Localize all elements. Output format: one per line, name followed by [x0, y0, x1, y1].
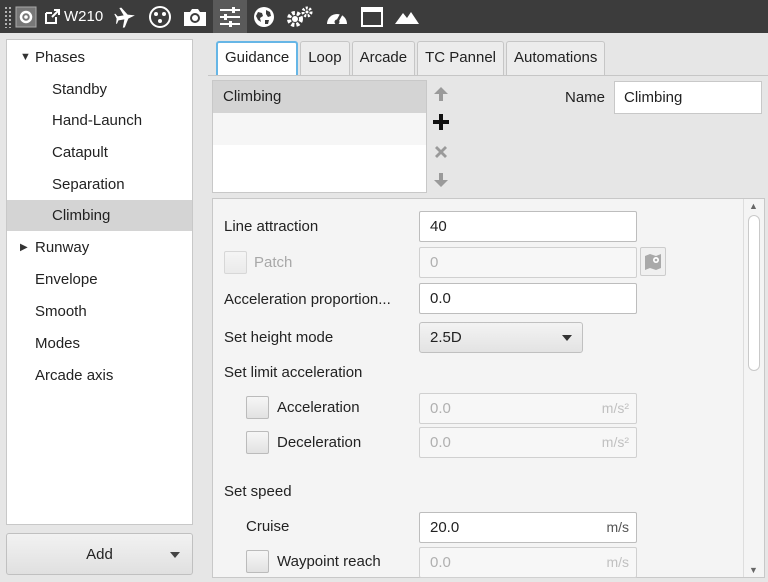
gauge-icon[interactable]: [319, 0, 355, 33]
gears-icon[interactable]: [281, 0, 319, 33]
plane-icon[interactable]: [109, 0, 143, 33]
height-mode-label: Set height mode: [224, 329, 334, 346]
cruise-label: Cruise: [246, 518, 290, 535]
vehicle-label: W210: [64, 8, 104, 25]
list-item[interactable]: [213, 145, 426, 177]
patch-input[interactable]: 0: [419, 247, 637, 278]
sliders-icon[interactable]: [213, 0, 248, 33]
scroll-up-icon[interactable]: ▲: [749, 201, 758, 211]
unit-label: m/s²: [601, 434, 629, 450]
tree-item-arcade-axis[interactable]: Arcade axis: [7, 360, 192, 391]
patch-checkbox[interactable]: [224, 251, 247, 274]
add-button[interactable]: Add: [6, 533, 193, 575]
list-item[interactable]: [213, 113, 426, 145]
tree-item-label: Hand-Launch: [52, 112, 143, 129]
list-item[interactable]: Climbing: [213, 81, 426, 113]
settings-icon[interactable]: [12, 0, 40, 33]
patch-label: Patch: [254, 254, 293, 271]
name-label: Name: [565, 89, 606, 106]
tree-item-phases[interactable]: ▼ Phases: [7, 42, 192, 73]
acceleration-proportion-input[interactable]: 0.0: [419, 283, 637, 314]
form-scrollbar[interactable]: ▲ ▼: [743, 199, 764, 577]
set-speed-heading: Set speed: [224, 483, 292, 500]
acceleration-input[interactable]: 0.0 m/s²: [419, 393, 637, 424]
chevron-down-icon: [562, 335, 572, 341]
height-mode-select[interactable]: 2.5D: [419, 322, 583, 353]
line-attraction-input[interactable]: 40: [419, 211, 637, 242]
name-input[interactable]: Climbing: [614, 81, 762, 114]
sensors-icon[interactable]: [143, 0, 177, 33]
tree-item-climbing[interactable]: Climbing: [7, 200, 192, 231]
input-value: 40: [430, 218, 447, 235]
tree-item-smooth[interactable]: Smooth: [7, 296, 192, 327]
tab-automations[interactable]: Automations: [506, 41, 606, 75]
globe-icon[interactable]: [247, 0, 281, 33]
tree-item-modes[interactable]: Modes: [7, 328, 192, 359]
limit-acceleration-heading: Set limit acceleration: [224, 364, 363, 381]
input-value: 0.0: [430, 554, 451, 571]
tree-item-label: Smooth: [35, 303, 87, 320]
tree-item-catapult[interactable]: Catapult: [7, 137, 192, 168]
phases-tree: ▼ Phases Standby Hand-Launch Catapult Se…: [6, 39, 193, 525]
scroll-down-icon[interactable]: ▼: [749, 565, 758, 575]
input-value: 0: [430, 254, 439, 271]
tree-item-label: Arcade axis: [35, 367, 114, 384]
tree-item-label: Separation: [52, 176, 125, 193]
acceleration-checkbox[interactable]: [246, 396, 269, 419]
tree-item-separation[interactable]: Separation: [7, 169, 192, 200]
input-value: 0.0: [430, 290, 451, 307]
unit-label: m/s: [606, 554, 629, 570]
tree-item-envelope[interactable]: Envelope: [7, 264, 192, 295]
dropdown-caret-icon[interactable]: [170, 552, 180, 558]
waypoint-reach-checkbox[interactable]: [246, 550, 269, 573]
input-value: 20.0: [430, 519, 460, 536]
tree-item-label: Standby: [52, 81, 108, 98]
terrain-icon[interactable]: [389, 0, 425, 33]
cruise-input[interactable]: 20.0 m/s: [419, 512, 637, 543]
map-icon[interactable]: [640, 247, 666, 276]
tree-item-label: Envelope: [35, 271, 98, 288]
tree-item-label: Modes: [35, 335, 81, 352]
tree-item-label: Climbing: [52, 207, 111, 224]
add-icon[interactable]: [428, 109, 454, 135]
scrollbar-thumb[interactable]: [748, 215, 760, 371]
line-attraction-label: Line attraction: [224, 218, 319, 235]
tree-item-label: Phases: [35, 49, 86, 66]
unit-label: m/s²: [601, 400, 629, 416]
toolbar-grip[interactable]: [4, 5, 12, 28]
tab-guidance[interactable]: Guidance: [216, 41, 299, 75]
waypoint-reach-label: Waypoint reach: [277, 553, 381, 570]
add-button-label: Add: [86, 545, 113, 563]
deceleration-label: Deceleration: [277, 434, 362, 451]
tab-tc-pannel[interactable]: TC Pannel: [417, 41, 504, 75]
waypoint-reach-input[interactable]: 0.0 m/s: [419, 547, 637, 578]
top-toolbar: W210: [0, 0, 768, 33]
deceleration-input[interactable]: 0.0 m/s²: [419, 427, 637, 458]
tab-arcade[interactable]: Arcade: [351, 41, 416, 75]
input-value: 0.0: [430, 400, 451, 417]
unit-label: m/s: [606, 519, 629, 535]
tab-loop[interactable]: Loop: [300, 41, 350, 75]
acceleration-proportion-label: Acceleration proportion...: [224, 291, 391, 308]
tab-divider: [208, 75, 768, 76]
tab-bar: Guidance Loop Arcade TC Pannel Automatio…: [216, 41, 607, 75]
phase-list[interactable]: Climbing: [212, 80, 427, 193]
tree-item-standby[interactable]: Standby: [7, 74, 192, 105]
tree-item-label: Catapult: [52, 144, 108, 161]
camera-icon[interactable]: [177, 0, 213, 33]
move-down-icon[interactable]: [428, 167, 454, 193]
tree-item-runway[interactable]: ▶ Runway: [7, 232, 192, 263]
tree-item-hand-launch[interactable]: Hand-Launch: [7, 105, 192, 136]
input-value: 0.0: [430, 434, 451, 451]
delete-icon[interactable]: [428, 139, 454, 165]
deceleration-checkbox[interactable]: [246, 431, 269, 454]
move-up-icon[interactable]: [428, 81, 454, 107]
select-value: 2.5D: [430, 329, 462, 346]
expanded-arrow-icon[interactable]: ▼: [20, 42, 31, 73]
tree-item-label: Runway: [35, 239, 90, 256]
collapsed-arrow-icon[interactable]: ▶: [20, 232, 28, 263]
window-icon[interactable]: [355, 0, 389, 33]
acceleration-label: Acceleration: [277, 399, 360, 416]
external-link-icon[interactable]: [40, 0, 64, 33]
